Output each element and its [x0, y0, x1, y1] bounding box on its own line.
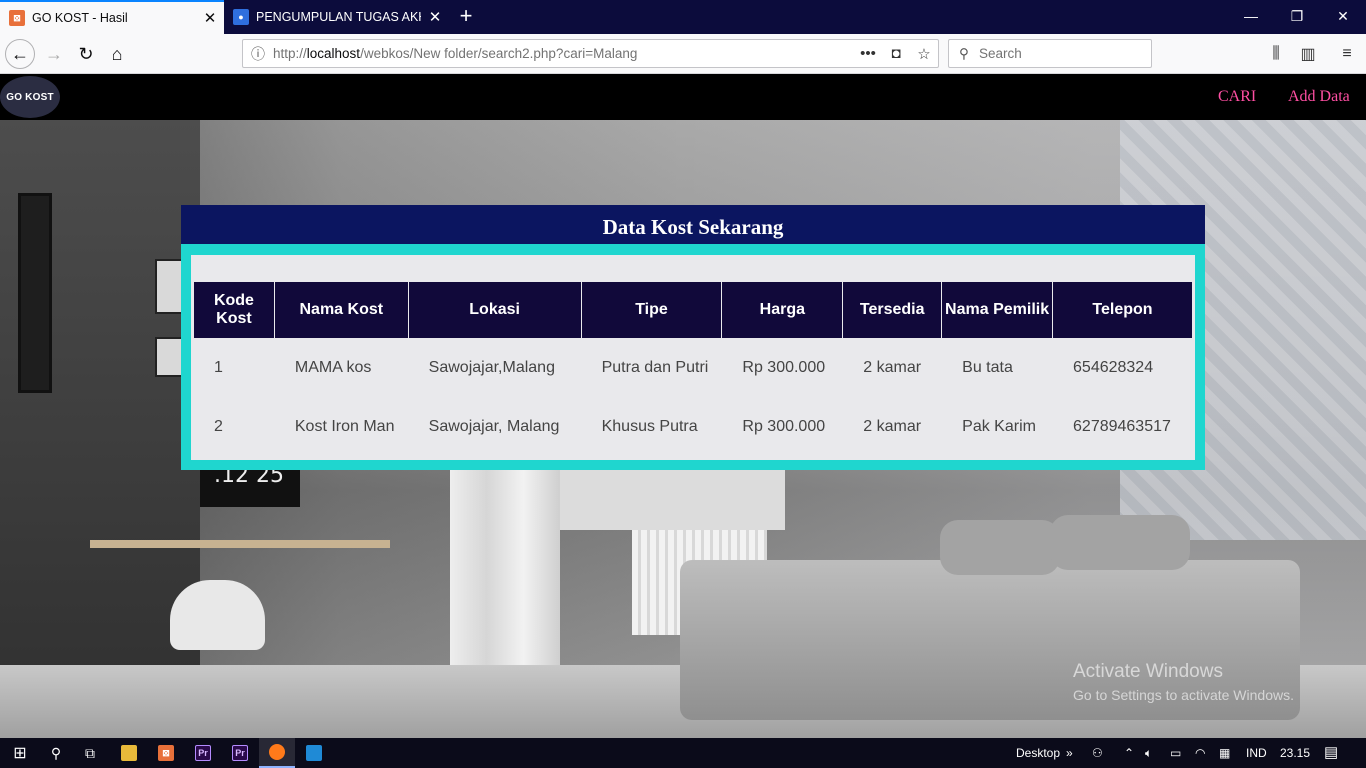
menu-icon[interactable]: ≡ [1333, 40, 1361, 68]
tab-title: GO KOST - Hasil [32, 11, 128, 25]
library-icon[interactable]: ⫼ [1262, 40, 1290, 68]
page-actions-icon[interactable]: ••• [854, 45, 882, 62]
classroom-favicon-icon: ● [233, 9, 249, 25]
xampp-favicon-icon: ⊠ [9, 10, 25, 26]
watermark-subtitle: Go to Settings to activate Windows. [1073, 687, 1294, 703]
cell-pemilik: Bu tata [942, 339, 1053, 397]
battery-icon[interactable]: ▭ [1170, 738, 1181, 768]
table-container: Kode Kost Nama Kost Lokasi Tipe Harga Te… [191, 255, 1195, 460]
vscode-icon[interactable] [296, 738, 332, 768]
background-chair [170, 580, 265, 650]
header-nama-pemilik: Nama Pemilik [942, 282, 1053, 338]
background-pillow [1050, 515, 1190, 570]
url-text[interactable]: http://localhost/webkos/New folder/searc… [273, 46, 854, 61]
volume-icon[interactable]: 🔈︎ [1145, 738, 1152, 768]
tab-go-kost[interactable]: ⊠ GO KOST - Hasil ✕ [0, 0, 224, 34]
cell-lokasi: Sawojajar, Malang [408, 398, 581, 456]
header-tersedia: Tersedia [843, 282, 942, 338]
close-window-button[interactable]: ✕ [1320, 0, 1366, 34]
clock[interactable]: 23.15 [1280, 738, 1310, 768]
header-lokasi: Lokasi [408, 282, 581, 338]
cell-kode: 2 [194, 398, 274, 456]
address-bar[interactable]: ⓘ http://localhost/webkos/New folder/sea… [242, 39, 939, 68]
home-button[interactable]: ⌂ [103, 40, 131, 68]
tab-pengumpulan[interactable]: ● PENGUMPULAN TUGAS AKHIR ✕ [224, 0, 449, 34]
language-indicator[interactable]: IND [1246, 738, 1267, 768]
pocket-icon[interactable]: ◘ [882, 45, 910, 62]
search-icon: ⚲ [959, 45, 969, 61]
premiere-icon[interactable]: Pr [185, 738, 221, 768]
close-tab-icon[interactable]: ✕ [421, 8, 449, 26]
watermark-title: Activate Windows [1073, 661, 1223, 682]
kost-table: Kode Kost Nama Kost Lokasi Tipe Harga Te… [193, 281, 1193, 457]
browser-nav-bar: ← → ↻ ⌂ ⓘ http://localhost/webkos/New fo… [0, 34, 1366, 74]
cell-harga: Rp 300.000 [722, 398, 843, 456]
cell-telepon: 654628324 [1053, 339, 1192, 397]
task-view-icon[interactable]: ⧉ [72, 738, 108, 768]
back-button[interactable]: ← [5, 39, 35, 69]
wifi-icon[interactable]: ◠ [1195, 738, 1205, 768]
chevron-right-icon[interactable]: » [1066, 738, 1073, 768]
minimize-button[interactable]: — [1228, 0, 1274, 34]
close-tab-icon[interactable]: ✕ [196, 9, 224, 27]
notification-icon[interactable]: ▤ [1324, 738, 1338, 768]
tab-title: PENGUMPULAN TUGAS AKHIR [256, 10, 421, 24]
site-header: GO KOST CARI Add Data [0, 75, 1366, 120]
cell-lokasi: Sawojajar,Malang [408, 339, 581, 397]
xampp-icon[interactable]: ⊠ [148, 738, 184, 768]
ime-icon[interactable]: ▦ [1219, 738, 1230, 768]
site-info-icon[interactable]: ⓘ [243, 44, 273, 64]
cell-nama: Kost Iron Man [274, 398, 408, 456]
sidebar-icon[interactable]: ▥ [1294, 40, 1322, 68]
background-desk [90, 540, 390, 548]
cell-kode: 1 [194, 339, 274, 397]
new-tab-button[interactable]: + [452, 4, 480, 30]
header-kode-kost: Kode Kost [194, 282, 274, 338]
table-header-row: Kode Kost Nama Kost Lokasi Tipe Harga Te… [194, 282, 1192, 338]
panel-title: Data Kost Sekarang [181, 205, 1205, 244]
table-row: 1 MAMA kos Sawojajar,Malang Putra dan Pu… [194, 339, 1192, 397]
nav-cari-link[interactable]: CARI [1218, 88, 1256, 106]
header-tipe: Tipe [581, 282, 722, 338]
firefox-icon[interactable] [259, 738, 295, 768]
data-kost-panel: Data Kost Sekarang Kode Kost Nama Kost L… [181, 205, 1205, 470]
background-frame [18, 193, 52, 393]
cell-pemilik: Pak Karim [942, 398, 1053, 456]
background-pillow [940, 520, 1060, 575]
chevron-up-icon[interactable]: ⌃ [1124, 738, 1134, 768]
activate-windows-watermark: Activate Windows Go to Settings to activ… [1073, 661, 1294, 703]
people-icon[interactable]: ⚇ [1092, 738, 1103, 768]
header-nama-kost: Nama Kost [274, 282, 408, 338]
header-harga: Harga [722, 282, 843, 338]
cell-tipe: Khusus Putra [581, 398, 722, 456]
browser-tab-bar: ⊠ GO KOST - Hasil ✕ ● PENGUMPULAN TUGAS … [0, 0, 1366, 34]
cell-tipe: Putra dan Putri [581, 339, 722, 397]
background-frame [155, 337, 183, 377]
search-field[interactable]: ⚲ Search [948, 39, 1152, 68]
table-row: 2 Kost Iron Man Sawojajar, Malang Khusus… [194, 398, 1192, 456]
nav-add-data-link[interactable]: Add Data [1288, 88, 1350, 106]
reload-button[interactable]: ↻ [72, 40, 100, 68]
premiere-icon-2[interactable]: Pr [222, 738, 258, 768]
file-explorer-icon[interactable] [111, 738, 147, 768]
start-button[interactable]: ⊞ [2, 738, 38, 768]
desktop-toolbar-label[interactable]: Desktop [1016, 738, 1060, 768]
bookmark-star-icon[interactable]: ☆ [910, 45, 938, 63]
forward-button[interactable]: → [40, 40, 68, 68]
cell-telepon: 62789463517 [1053, 398, 1192, 456]
cell-harga: Rp 300.000 [722, 339, 843, 397]
cell-tersedia: 2 kamar [843, 398, 942, 456]
go-kost-logo[interactable]: GO KOST [0, 76, 60, 118]
page-viewport: .12 25 GO KOST CARI Add Data Data Kost S… [0, 75, 1366, 738]
cell-tersedia: 2 kamar [843, 339, 942, 397]
background-frame [155, 259, 183, 314]
search-icon[interactable]: ⚲ [38, 738, 74, 768]
search-placeholder: Search [979, 46, 1022, 61]
restore-button[interactable]: ❐ [1274, 0, 1320, 34]
cell-nama: MAMA kos [274, 339, 408, 397]
windows-taskbar: ⊞ ⚲ ⧉ ⊠ Pr Pr Desktop » ⚇ ⌃ 🔈︎ ▭ ◠ ▦ IND… [0, 738, 1366, 768]
header-telepon: Telepon [1053, 282, 1192, 338]
